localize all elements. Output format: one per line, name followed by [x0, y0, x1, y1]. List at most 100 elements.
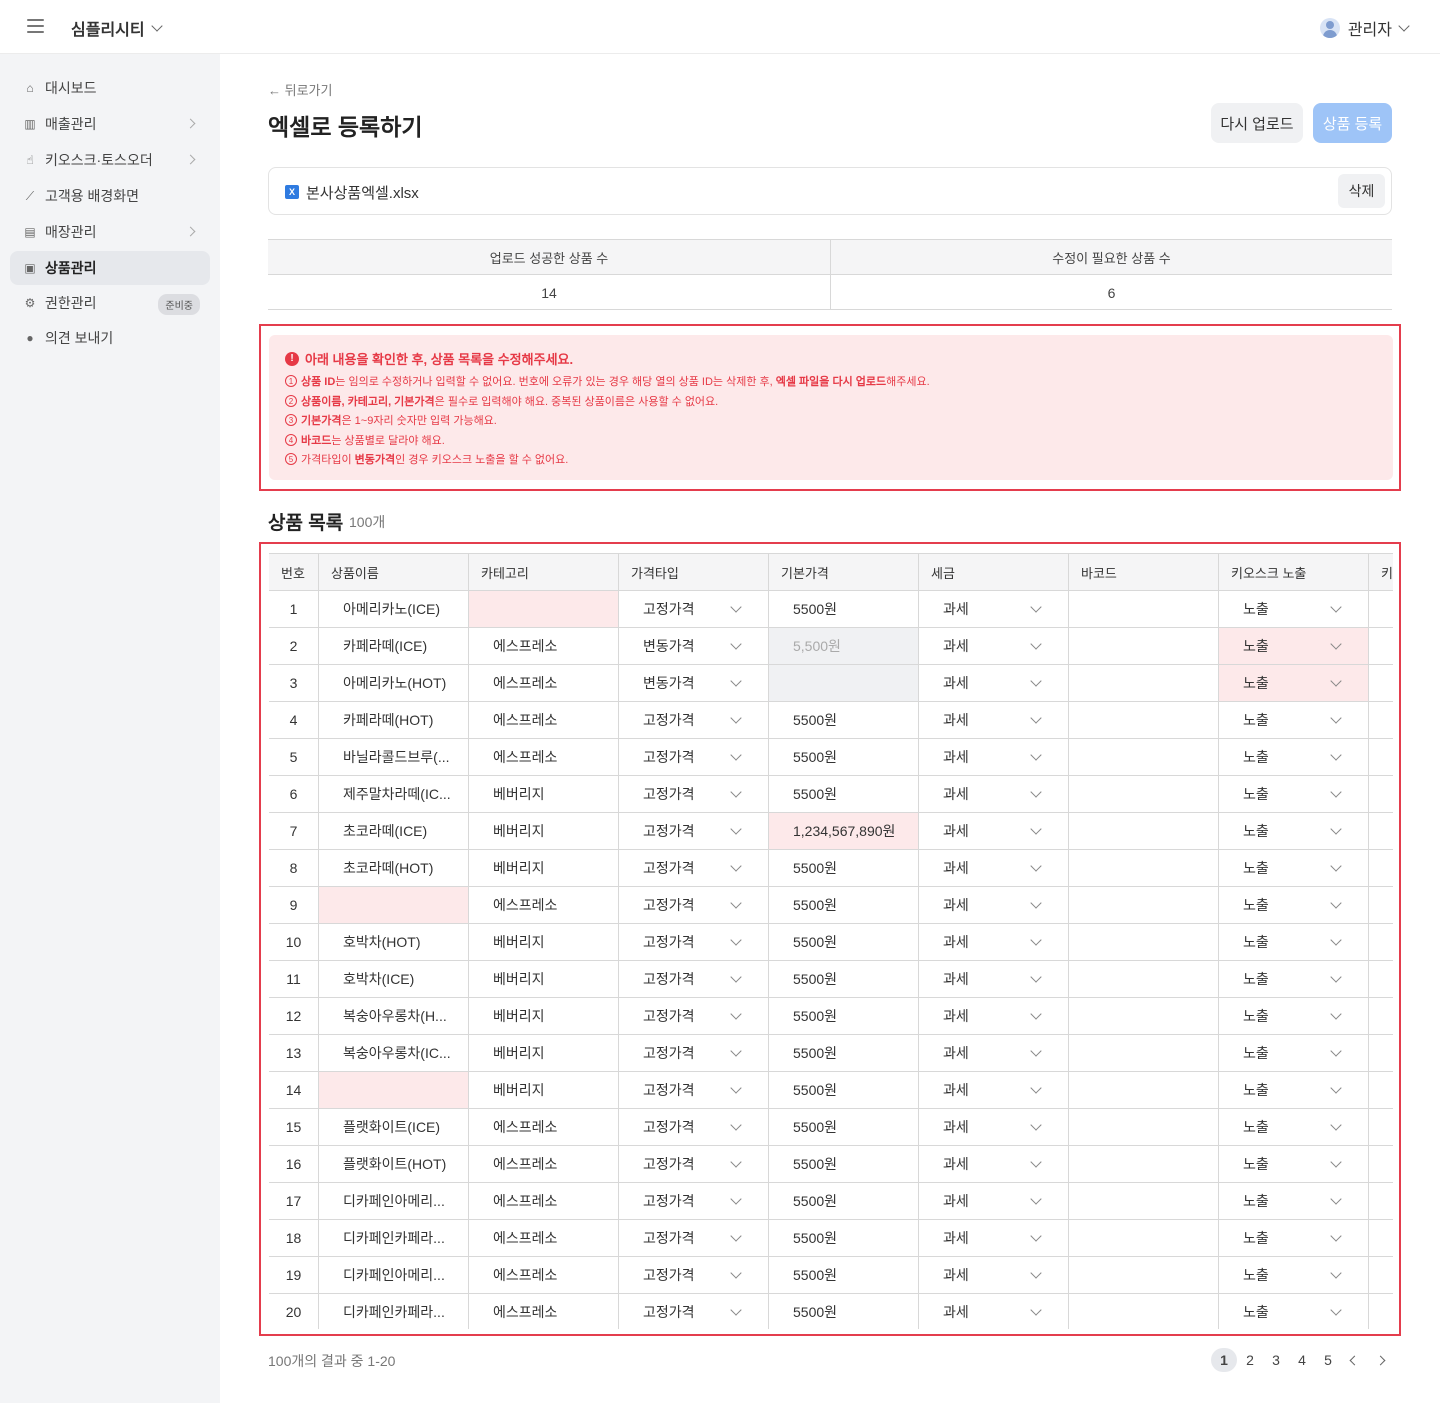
- cell-extra[interactable]: [1369, 1146, 1393, 1182]
- cell-kiosk[interactable]: 노출: [1219, 850, 1369, 886]
- cell-barcode[interactable]: [1069, 1072, 1219, 1108]
- cell-type[interactable]: 고정가격: [619, 1109, 769, 1145]
- cell-cat[interactable]: 베버리지: [469, 924, 619, 960]
- cell-barcode[interactable]: [1069, 961, 1219, 997]
- cell-extra[interactable]: [1369, 776, 1393, 812]
- cell-extra[interactable]: [1369, 813, 1393, 849]
- cell-tax[interactable]: 과세: [919, 1220, 1069, 1256]
- sidebar-item-1[interactable]: ⌂ 대시보드: [10, 71, 210, 105]
- cell-name[interactable]: 초코라떼(HOT): [319, 850, 469, 886]
- cell-type[interactable]: 고정가격: [619, 739, 769, 775]
- cell-extra[interactable]: [1369, 1109, 1393, 1145]
- cell-tax[interactable]: 과세: [919, 924, 1069, 960]
- register-button[interactable]: 상품 등록: [1313, 103, 1392, 143]
- cell-kiosk[interactable]: 노출: [1219, 1183, 1369, 1219]
- cell-cat[interactable]: 에스프레소: [469, 1183, 619, 1219]
- cell-cat[interactable]: 에스프레소: [469, 702, 619, 738]
- cell-extra[interactable]: [1369, 1257, 1393, 1293]
- cell-extra[interactable]: [1369, 961, 1393, 997]
- cell-type[interactable]: 고정가격: [619, 776, 769, 812]
- cell-cat[interactable]: [469, 591, 619, 627]
- sidebar-item-5[interactable]: ▤ 매장관리: [10, 215, 210, 249]
- cell-barcode[interactable]: [1069, 1183, 1219, 1219]
- cell-kiosk[interactable]: 노출: [1219, 961, 1369, 997]
- cell-price[interactable]: 5500원: [769, 850, 919, 886]
- prev-page-button[interactable]: [1341, 1348, 1367, 1372]
- cell-price[interactable]: [769, 665, 919, 701]
- cell-tax[interactable]: 과세: [919, 1257, 1069, 1293]
- cell-type[interactable]: 고정가격: [619, 591, 769, 627]
- cell-cat[interactable]: 베버리지: [469, 961, 619, 997]
- cell-type[interactable]: 변동가격: [619, 665, 769, 701]
- sidebar-item-8[interactable]: ● 의견 보내기: [10, 321, 210, 355]
- cell-cat[interactable]: 베버리지: [469, 813, 619, 849]
- cell-extra[interactable]: [1369, 924, 1393, 960]
- store-selector[interactable]: 심플리시티: [71, 16, 163, 40]
- cell-extra[interactable]: [1369, 628, 1393, 664]
- cell-type[interactable]: 고정가격: [619, 1035, 769, 1071]
- cell-name[interactable]: [319, 1072, 469, 1108]
- cell-tax[interactable]: 과세: [919, 628, 1069, 664]
- cell-tax[interactable]: 과세: [919, 998, 1069, 1034]
- cell-cat[interactable]: 에스프레소: [469, 1257, 619, 1293]
- cell-name[interactable]: 플랫화이트(HOT): [319, 1146, 469, 1182]
- page-3[interactable]: 3: [1263, 1348, 1289, 1372]
- cell-type[interactable]: 고정가격: [619, 998, 769, 1034]
- cell-kiosk[interactable]: 노출: [1219, 739, 1369, 775]
- cell-type[interactable]: 고정가격: [619, 1183, 769, 1219]
- cell-barcode[interactable]: [1069, 739, 1219, 775]
- cell-name[interactable]: 초코라떼(ICE): [319, 813, 469, 849]
- cell-type[interactable]: 고정가격: [619, 924, 769, 960]
- cell-kiosk[interactable]: 노출: [1219, 591, 1369, 627]
- cell-cat[interactable]: 에스프레소: [469, 739, 619, 775]
- cell-price[interactable]: 5,500원: [769, 628, 919, 664]
- cell-type[interactable]: 고정가격: [619, 1294, 769, 1329]
- cell-barcode[interactable]: [1069, 998, 1219, 1034]
- cell-extra[interactable]: [1369, 1294, 1393, 1329]
- page-2[interactable]: 2: [1237, 1348, 1263, 1372]
- cell-tax[interactable]: 과세: [919, 813, 1069, 849]
- cell-extra[interactable]: [1369, 739, 1393, 775]
- cell-price[interactable]: 1,234,567,890원: [769, 813, 919, 849]
- cell-price[interactable]: 5500원: [769, 776, 919, 812]
- cell-kiosk[interactable]: 노출: [1219, 776, 1369, 812]
- cell-tax[interactable]: 과세: [919, 850, 1069, 886]
- cell-type[interactable]: 고정가격: [619, 702, 769, 738]
- sidebar-item-3[interactable]: ☝ 키오스크·토스오더: [10, 143, 210, 177]
- cell-kiosk[interactable]: 노출: [1219, 665, 1369, 701]
- cell-price[interactable]: 5500원: [769, 1072, 919, 1108]
- cell-cat[interactable]: 에스프레소: [469, 1294, 619, 1329]
- cell-tax[interactable]: 과세: [919, 961, 1069, 997]
- cell-price[interactable]: 5500원: [769, 739, 919, 775]
- cell-extra[interactable]: [1369, 702, 1393, 738]
- cell-extra[interactable]: [1369, 887, 1393, 923]
- cell-cat[interactable]: 에스프레소: [469, 1146, 619, 1182]
- cell-extra[interactable]: [1369, 665, 1393, 701]
- hamburger-menu-icon[interactable]: [27, 19, 44, 33]
- cell-kiosk[interactable]: 노출: [1219, 1294, 1369, 1329]
- cell-tax[interactable]: 과세: [919, 739, 1069, 775]
- cell-tax[interactable]: 과세: [919, 1109, 1069, 1145]
- cell-type[interactable]: 변동가격: [619, 628, 769, 664]
- cell-kiosk[interactable]: 노출: [1219, 998, 1369, 1034]
- cell-name[interactable]: 아메리카노(ICE): [319, 591, 469, 627]
- cell-tax[interactable]: 과세: [919, 1294, 1069, 1329]
- cell-kiosk[interactable]: 노출: [1219, 1146, 1369, 1182]
- cell-price[interactable]: 5500원: [769, 1109, 919, 1145]
- cell-price[interactable]: 5500원: [769, 1146, 919, 1182]
- cell-price[interactable]: 5500원: [769, 887, 919, 923]
- cell-extra[interactable]: [1369, 591, 1393, 627]
- cell-price[interactable]: 5500원: [769, 1294, 919, 1329]
- cell-price[interactable]: 5500원: [769, 1220, 919, 1256]
- cell-name[interactable]: 바닐라콜드브루(...: [319, 739, 469, 775]
- cell-name[interactable]: 플랫화이트(ICE): [319, 1109, 469, 1145]
- cell-kiosk[interactable]: 노출: [1219, 1220, 1369, 1256]
- cell-name[interactable]: 복숭아우롱차(IC...: [319, 1035, 469, 1071]
- cell-tax[interactable]: 과세: [919, 776, 1069, 812]
- user-menu[interactable]: 관리자: [1319, 16, 1410, 40]
- cell-price[interactable]: 5500원: [769, 1035, 919, 1071]
- cell-kiosk[interactable]: 노출: [1219, 1072, 1369, 1108]
- cell-extra[interactable]: [1369, 998, 1393, 1034]
- cell-cat[interactable]: 에스프레소: [469, 887, 619, 923]
- cell-type[interactable]: 고정가격: [619, 887, 769, 923]
